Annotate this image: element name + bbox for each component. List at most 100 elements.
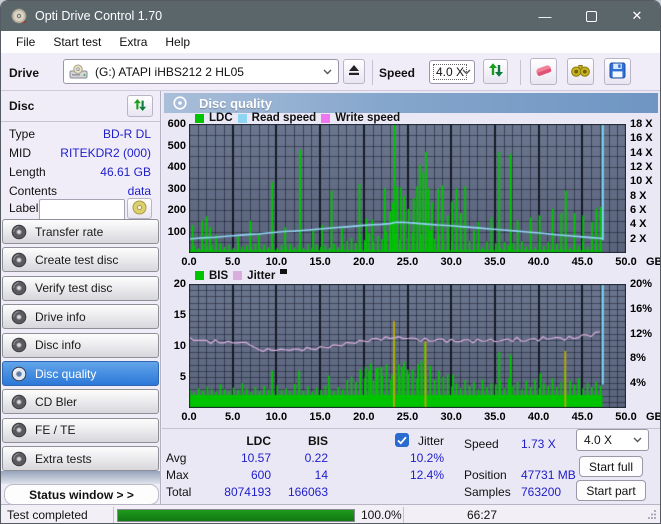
start-part-button[interactable]: Start part <box>576 480 646 501</box>
disc-icon <box>11 224 27 240</box>
disc-icon <box>11 451 27 467</box>
sidebar-item-create-test-disc[interactable]: Create test disc <box>2 247 159 273</box>
menu-start-test[interactable]: Start test <box>44 35 110 49</box>
x-axis-tick: 45.0 <box>571 411 593 423</box>
bis-legend-swatch <box>195 271 204 280</box>
disc-icon <box>11 280 27 296</box>
speed-select[interactable]: 4.0 X <box>429 60 475 84</box>
close-button[interactable]: ✕ <box>614 1 660 31</box>
y2-axis-tick: 8% <box>630 352 646 365</box>
x-axis-tick: 25.0 <box>396 411 419 423</box>
stat-ldc: 10.57 <box>240 451 271 465</box>
cd-icon <box>132 200 147 218</box>
bis-legend-label: BIS <box>209 269 229 282</box>
x-axis-tick: 30.0 <box>440 256 462 268</box>
disc-refresh-button[interactable] <box>127 95 153 117</box>
app-window: Opti Drive Control 1.70 — ✕ File Start te… <box>0 0 661 524</box>
disc-icon <box>11 337 27 353</box>
label-input[interactable] <box>39 199 125 221</box>
progress-bar <box>117 509 355 522</box>
resize-grip[interactable] <box>647 508 657 522</box>
position-stat-label: Position <box>464 468 507 482</box>
y2-axis-tick: 12 X <box>630 161 653 173</box>
x-axis-unit: GB <box>646 411 661 423</box>
sidebar-item-drive-info[interactable]: Drive info <box>2 304 159 330</box>
x-axis-tick: 15.0 <box>309 411 331 423</box>
save-button[interactable] <box>604 58 631 85</box>
y-axis-tick: 600 <box>167 118 186 130</box>
stat-jitter: 10.2% <box>409 451 444 465</box>
minimize-button[interactable]: — <box>522 1 568 31</box>
x-axis-unit: GB <box>646 256 661 268</box>
menu-file[interactable]: File <box>7 35 44 49</box>
disc-icon <box>11 309 27 325</box>
stat-bis: 14 <box>314 468 328 482</box>
erase-disc-button[interactable] <box>530 58 557 85</box>
y-axis-tick: 5 <box>179 371 186 383</box>
y-axis-tick: 10 <box>173 340 186 352</box>
info-value: BD-R DL <box>102 127 151 141</box>
disc-label-button[interactable] <box>127 198 152 219</box>
status-window-button[interactable]: Status window > > <box>4 484 159 505</box>
x-axis-tick: 35.0 <box>484 256 506 268</box>
menu-extra[interactable]: Extra <box>110 35 156 49</box>
x-axis-tick: 0.0 <box>181 256 197 268</box>
y2-axis-tick: 2 X <box>630 232 647 245</box>
read-speed-legend-swatch <box>237 113 247 123</box>
ldc-speed-chart <box>189 124 626 253</box>
disc-info-row-type: Type BD-R DL <box>1 127 161 144</box>
jitter-checkbox[interactable] <box>395 433 409 447</box>
refresh-button[interactable] <box>483 59 508 84</box>
test-speed-select[interactable]: 4.0 X <box>576 429 649 451</box>
bis-jitter-chart <box>189 284 626 408</box>
jitter-legend-swatch <box>233 271 243 280</box>
refresh-icon <box>488 62 504 81</box>
y2-axis-tick: 18 X <box>630 118 653 130</box>
ldc-legend-label: LDC <box>209 112 233 124</box>
maximize-button[interactable] <box>568 1 614 31</box>
label-caption: Label <box>9 201 39 215</box>
jitter-legend-label: Jitter <box>247 269 276 282</box>
panel-header: Disc quality <box>164 93 658 113</box>
read-speed-legend-label: Read speed <box>251 112 317 124</box>
speed-label: Speed <box>379 66 416 80</box>
main-panel: Disc quality LDC Read speed Write speed BI… <box>162 91 660 504</box>
sidebar-item-disc-info[interactable]: Disc info <box>2 332 159 358</box>
legend-note-marker <box>280 269 288 274</box>
sidebar-item-label: Transfer rate <box>35 224 104 239</box>
sidebar-item-disc-quality[interactable]: Disc quality <box>2 361 159 386</box>
sidebar-item-cd-bler[interactable]: CD Bler <box>2 389 159 415</box>
info-label: MID <box>9 146 31 160</box>
menu-help[interactable]: Help <box>156 35 199 49</box>
x-axis-tick: 5.0 <box>225 256 241 268</box>
sidebar-item-transfer-rate[interactable]: Transfer rate <box>2 219 159 244</box>
sidebar-item-fe-te[interactable]: FE / TE <box>2 417 159 443</box>
y-axis-tick: 500 <box>167 139 186 152</box>
disc-info-row-length: Length 46.61 GB <box>1 165 161 182</box>
refresh-icon <box>133 98 147 115</box>
chevron-down-icon <box>633 437 642 443</box>
save-icon <box>609 62 626 82</box>
x-axis-tick: 40.0 <box>527 411 550 423</box>
progress-percent: 100.0% <box>361 508 402 522</box>
chevron-down-icon <box>323 69 332 75</box>
position-stat-value: 47731 MB <box>521 468 576 482</box>
y-axis-tick: 20 <box>173 278 186 290</box>
panel-title: Disc quality <box>199 95 272 111</box>
toolbar-separator <box>372 60 373 85</box>
stat-row-label: Avg <box>166 451 187 465</box>
write-speed-legend-swatch <box>321 113 331 123</box>
eject-button[interactable] <box>343 59 365 84</box>
x-axis-tick: 20.0 <box>353 411 375 423</box>
sidebar-item-verify-test-disc[interactable]: Verify test disc <box>2 275 159 301</box>
stat-ldc: 8074193 <box>224 485 271 499</box>
stat-ldc: 600 <box>250 468 271 482</box>
start-full-button[interactable]: Start full <box>579 456 643 477</box>
sidebar-item-extra-tests[interactable]: Extra tests <box>2 446 159 472</box>
drive-select[interactable]: (G:) ATAPI iHBS212 2 HL05 <box>63 59 339 84</box>
search-drives-button[interactable] <box>567 58 594 85</box>
disc-label-row: Label <box>1 198 161 221</box>
info-value: data <box>127 184 151 198</box>
drive-icon <box>69 64 88 79</box>
eject-icon <box>348 64 360 79</box>
